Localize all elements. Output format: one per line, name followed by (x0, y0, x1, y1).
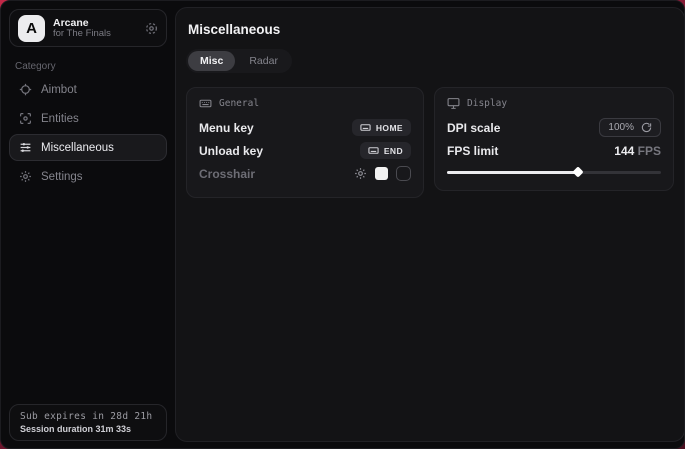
menu-key-row: Menu key HOME (199, 116, 411, 139)
fps-slider-knob[interactable] (572, 166, 583, 177)
keyboard-icon (360, 122, 371, 133)
sidebar-item-settings[interactable]: Settings (9, 163, 167, 190)
display-card-title: Display (467, 98, 507, 109)
subscription-box: Sub expires in 28d 21h Session duration … (9, 404, 167, 441)
dpi-scale-label: DPI scale (447, 121, 500, 135)
sub-expiry-text: Sub expires in 28d 21h (20, 411, 156, 422)
keyboard-icon (199, 97, 212, 110)
category-label: Category (15, 61, 167, 72)
unload-keybind-value: END (384, 146, 403, 156)
fps-limit-label: FPS limit (447, 144, 498, 158)
unload-key-row: Unload key END (199, 139, 411, 162)
dpi-scale-row: DPI scale 100% (447, 116, 661, 139)
menu-keybind-value: HOME (376, 123, 403, 133)
crosshair-checkbox[interactable] (396, 166, 411, 181)
sidebar-item-label: Entities (41, 113, 79, 125)
fps-limit-value: 144 FPS (614, 144, 661, 158)
keyboard-icon (368, 145, 379, 156)
brand-box: A Arcane for The Finals (9, 9, 167, 47)
crosshair-label: Crosshair (199, 167, 255, 181)
app-window: A Arcane for The Finals Category (0, 0, 685, 449)
dpi-scale-value: 100% (608, 122, 634, 133)
sidebar-item-label: Aimbot (41, 84, 77, 96)
general-card-title: General (219, 98, 259, 109)
unload-keybind-button[interactable]: END (360, 142, 411, 159)
sidebar-item-miscellaneous[interactable]: Miscellaneous (9, 134, 167, 161)
sliders-icon (19, 141, 32, 154)
sidebar-item-label: Settings (41, 171, 83, 183)
sidebar-item-aimbot[interactable]: Aimbot (9, 76, 167, 103)
fps-slider[interactable] (447, 166, 661, 178)
gear-icon (19, 170, 32, 183)
main-panel: Miscellaneous Misc Radar General (175, 7, 685, 442)
cards-row: General Menu key HOME Unload key (186, 87, 674, 198)
gear-icon (354, 167, 367, 180)
page-title: Miscellaneous (188, 22, 674, 37)
crosshair-settings-button[interactable] (354, 167, 367, 180)
fps-slider-fill (447, 171, 578, 174)
dpi-scale-button[interactable]: 100% (599, 118, 661, 137)
crosshair-icon (19, 83, 32, 96)
menu-keybind-button[interactable]: HOME (352, 119, 411, 136)
fps-number: 144 (614, 144, 634, 158)
sidebar-item-label: Miscellaneous (41, 142, 114, 154)
crosshair-row: Crosshair (199, 162, 411, 185)
display-card: Display DPI scale 100% (434, 87, 674, 191)
display-card-header: Display (447, 97, 661, 110)
fps-limit-row: FPS limit 144 FPS (447, 139, 661, 162)
brand-subtitle: for The Finals (53, 29, 137, 40)
tab-bar: Misc Radar (186, 49, 292, 73)
entities-icon (19, 112, 32, 125)
brand-text: Arcane for The Finals (53, 17, 137, 40)
tab-radar[interactable]: Radar (237, 51, 290, 71)
general-card-header: General (199, 97, 411, 110)
brand-title: Arcane (53, 17, 137, 29)
target-icon[interactable] (145, 22, 158, 35)
unload-key-label: Unload key (199, 144, 263, 158)
refresh-icon (641, 122, 652, 133)
sidebar-nav: Aimbot Entities (9, 76, 167, 190)
crosshair-color-swatch[interactable] (375, 167, 388, 180)
crosshair-controls (354, 166, 411, 181)
brand-logo: A (18, 15, 45, 42)
sidebar: A Arcane for The Finals Category (1, 1, 175, 448)
sidebar-item-entities[interactable]: Entities (9, 105, 167, 132)
monitor-icon (447, 97, 460, 110)
menu-key-label: Menu key (199, 121, 254, 135)
general-card: General Menu key HOME Unload key (186, 87, 424, 198)
tab-misc[interactable]: Misc (188, 51, 235, 71)
session-duration-text: Session duration 31m 33s (20, 424, 156, 434)
fps-unit: FPS (638, 144, 661, 158)
